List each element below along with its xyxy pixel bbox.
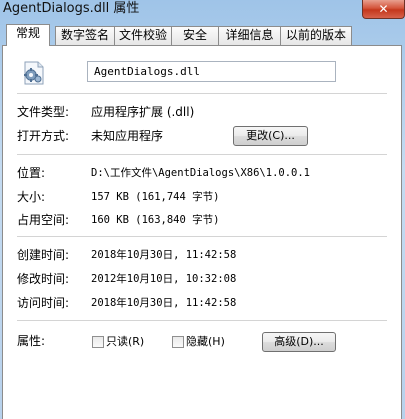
tab-previous-versions[interactable]: 以前的版本 [280, 26, 352, 45]
window-title: AgentDialogs.dll 属性 [3, 1, 140, 16]
accessed-value: 2018年10月30日, 11:42:58 [91, 297, 237, 309]
readonly-label[interactable]: 只读(R) [106, 334, 144, 350]
size-on-disk-label: 占用空间: [17, 213, 70, 227]
size-label: 大小: [17, 190, 46, 204]
tab-general[interactable]: 常规 [6, 24, 50, 46]
accessed-label: 访问时间: [17, 296, 70, 310]
created-value: 2018年10月30日, 11:42:58 [91, 249, 237, 261]
tab-strip: 常规 数字签名 文件校验 安全 详细信息 以前的版本 [2, 24, 403, 46]
created-label: 创建时间: [17, 248, 70, 262]
size-value: 157 KB (161,744 字节) [91, 191, 220, 203]
general-panel [2, 45, 402, 419]
hidden-checkbox[interactable] [172, 336, 184, 348]
tab-security[interactable]: 安全 [171, 26, 219, 45]
hidden-label[interactable]: 隐藏(H) [186, 334, 225, 350]
close-button[interactable]: ✕ [362, 0, 405, 19]
readonly-checkbox[interactable] [92, 336, 104, 348]
separator [17, 236, 387, 237]
location-label: 位置: [17, 166, 46, 180]
title-bar: AgentDialogs.dll 属性 ✕ [0, 0, 405, 22]
separator [17, 154, 387, 155]
opens-with-label: 打开方式: [17, 129, 70, 143]
tab-file-checksum[interactable]: 文件校验 [114, 26, 172, 45]
opens-with-value: 未知应用程序 [91, 129, 164, 143]
attributes-label: 属性: [17, 334, 46, 348]
file-name-field[interactable]: AgentDialogs.dll [87, 61, 336, 82]
advanced-button[interactable]: 高级(D)... [262, 332, 336, 352]
size-on-disk-value: 160 KB (163,840 字节) [91, 214, 220, 226]
tab-details[interactable]: 详细信息 [218, 26, 281, 45]
modified-value: 2012年10月10日, 10:32:08 [91, 273, 237, 285]
modified-label: 修改时间: [17, 272, 70, 286]
separator [17, 320, 387, 321]
close-icon[interactable]: ✕ [363, 1, 404, 17]
tab-digital-signatures[interactable]: 数字签名 [55, 26, 115, 45]
file-type-label: 文件类型: [17, 105, 70, 119]
location-value: D:\工作文件\AgentDialogs\X86\1.0.0.1 [91, 167, 311, 179]
separator [17, 93, 387, 94]
change-button[interactable]: 更改(C)... [233, 126, 308, 146]
file-type-value: 应用程序扩展 (.dll) [91, 105, 195, 119]
dll-settings-file-icon [24, 61, 44, 85]
